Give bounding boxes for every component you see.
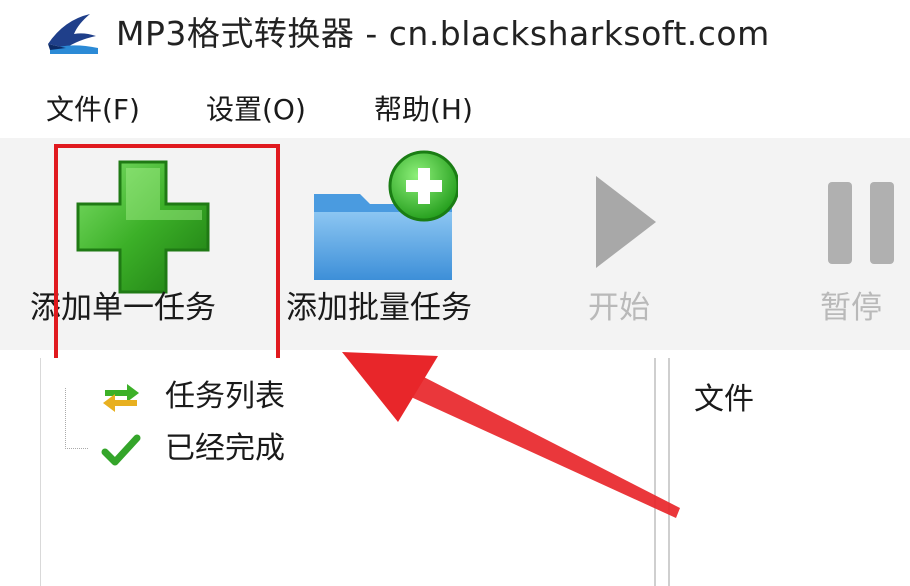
pause-icon [828,182,894,264]
folder-add-icon [314,150,458,280]
checkmark-icon [101,434,141,466]
play-icon [596,176,656,268]
window-title: MP3格式转换器 - cn.blacksharksoft.com [116,14,770,53]
file-column-header[interactable]: 文件 [694,380,754,420]
start-button[interactable]: 开始 [570,138,670,350]
title-bar: MP3格式转换器 - cn.blacksharksoft.com [0,0,910,78]
menu-bar: 文件(F) 设置(O) 帮助(H) [0,84,910,134]
tree-item-label: 已经完成 [165,431,285,466]
task-tree-panel: 任务列表 已经完成 [40,358,656,586]
pause-label: 暂停 [820,290,882,326]
menu-settings[interactable]: 设置(O) [206,90,306,130]
add-batch-task-button[interactable]: 添加批量任务 [286,138,496,350]
task-list-icon [103,384,139,412]
add-batch-task-label: 添加批量任务 [286,290,472,326]
tree-item-label: 任务列表 [165,379,285,414]
tree-connector [65,388,88,449]
start-label: 开始 [588,290,650,326]
highlight-box [54,144,280,362]
menu-file[interactable]: 文件(F) [46,90,140,130]
menu-help[interactable]: 帮助(H) [374,90,473,130]
blackshark-logo-icon [48,14,98,54]
file-table-panel: 文件 [668,358,910,586]
pause-button[interactable]: 暂停 [800,138,910,350]
